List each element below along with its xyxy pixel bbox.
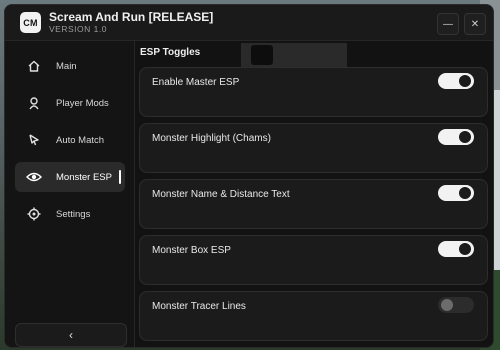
cursor-icon bbox=[25, 131, 43, 149]
app-logo: CM bbox=[20, 12, 41, 33]
sidebar-item-label: Auto Match bbox=[56, 134, 105, 146]
crosshair-icon bbox=[25, 205, 43, 223]
toggle-label: Monster Box ESP bbox=[152, 245, 231, 256]
section-title: ESP Toggles bbox=[140, 47, 201, 58]
toggle-label: Monster Name & Distance Text bbox=[152, 189, 290, 200]
toggle-knob bbox=[441, 299, 453, 311]
toggle-knob bbox=[459, 243, 471, 255]
toggle-label: Enable Master ESP bbox=[152, 77, 240, 88]
minimize-icon: — bbox=[443, 18, 453, 30]
game-preview-strip bbox=[241, 43, 347, 67]
character-thumbnail bbox=[251, 45, 273, 65]
toggle-label: Monster Highlight (Chams) bbox=[152, 133, 271, 144]
toggle-card-highlight: Monster Highlight (Chams) bbox=[139, 123, 488, 173]
sidebar-item-settings[interactable]: Settings bbox=[15, 199, 125, 229]
tracer-lines-toggle[interactable] bbox=[438, 297, 474, 313]
sidebar-item-auto-match[interactable]: Auto Match bbox=[15, 125, 125, 155]
collapse-sidebar-button[interactable]: ‹ bbox=[15, 323, 127, 347]
sidebar-item-monster-esp[interactable]: Monster ESP bbox=[15, 162, 125, 192]
app-version: VERSION 1.0 bbox=[49, 24, 107, 34]
user-icon bbox=[25, 94, 43, 112]
toggle-knob bbox=[459, 75, 471, 87]
minimize-button[interactable]: — bbox=[437, 13, 459, 35]
highlight-toggle[interactable] bbox=[438, 129, 474, 145]
close-button[interactable]: ✕ bbox=[464, 13, 486, 35]
box-esp-toggle[interactable] bbox=[438, 241, 474, 257]
chevron-left-icon: ‹ bbox=[69, 328, 73, 342]
toggle-card-box-esp: Monster Box ESP bbox=[139, 235, 488, 285]
toggle-knob bbox=[459, 131, 471, 143]
master-esp-toggle[interactable] bbox=[438, 73, 474, 89]
sidebar-item-label: Monster ESP bbox=[56, 171, 112, 183]
sidebar-item-label: Settings bbox=[56, 208, 91, 220]
sidebar-item-label: Player Mods bbox=[56, 97, 109, 109]
sidebar-item-label: Main bbox=[56, 60, 77, 72]
toggle-card-tracer-lines: Monster Tracer Lines bbox=[139, 291, 488, 341]
toggle-label: Monster Tracer Lines bbox=[152, 301, 246, 312]
home-icon bbox=[25, 57, 43, 75]
title-bar[interactable]: CM Scream And Run [RELEASE] VERSION 1.0 … bbox=[5, 5, 493, 41]
toggle-knob bbox=[459, 187, 471, 199]
sidebar-item-main[interactable]: Main bbox=[15, 51, 125, 81]
app-title: Scream And Run [RELEASE] bbox=[49, 10, 214, 24]
sidebar: Main Player Mods Auto Match Monster ESP bbox=[5, 41, 135, 347]
eye-icon bbox=[25, 168, 43, 186]
main-content: ESP Toggles Enable Master ESP Monster Hi… bbox=[135, 41, 493, 347]
script-hub-window: CM Scream And Run [RELEASE] VERSION 1.0 … bbox=[4, 4, 494, 348]
toggle-card-master-esp: Enable Master ESP bbox=[139, 67, 488, 117]
sidebar-item-player-mods[interactable]: Player Mods bbox=[15, 88, 125, 118]
active-indicator bbox=[119, 170, 121, 184]
name-distance-toggle[interactable] bbox=[438, 185, 474, 201]
close-icon: ✕ bbox=[470, 18, 480, 30]
toggle-card-name-distance: Monster Name & Distance Text bbox=[139, 179, 488, 229]
